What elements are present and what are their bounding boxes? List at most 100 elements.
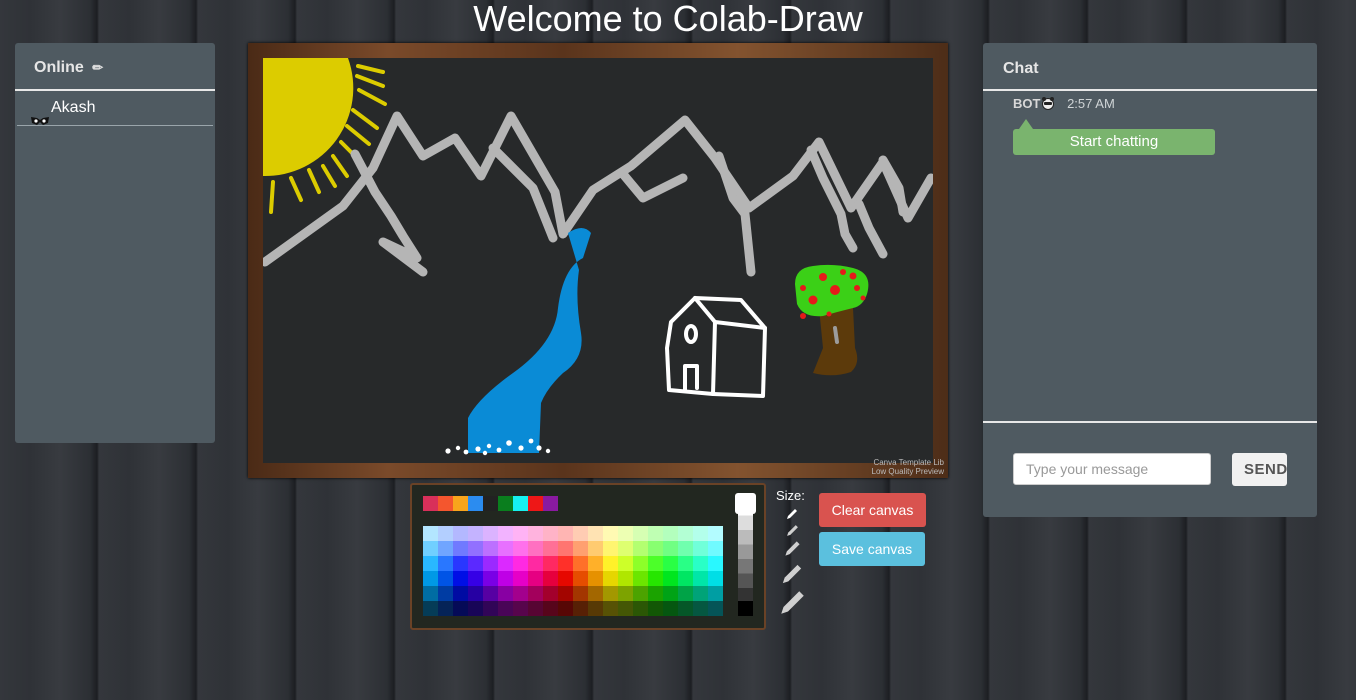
color-swatch[interactable] [558, 526, 573, 541]
color-swatch[interactable] [483, 601, 498, 616]
color-swatch[interactable] [528, 586, 543, 601]
gray-swatch[interactable] [738, 573, 753, 589]
color-swatch[interactable] [618, 586, 633, 601]
color-swatch[interactable] [498, 586, 513, 601]
color-swatch[interactable] [453, 526, 468, 541]
online-user-item[interactable]: Akash [17, 91, 213, 126]
color-swatch[interactable] [513, 586, 528, 601]
color-swatch[interactable] [468, 571, 483, 586]
palette-swatches[interactable] [412, 485, 764, 628]
color-swatch[interactable] [468, 526, 483, 541]
color-swatch[interactable] [513, 526, 528, 541]
color-swatch[interactable] [648, 571, 663, 586]
quick-color-swatch[interactable] [513, 496, 528, 511]
color-swatch[interactable] [513, 541, 528, 556]
color-swatch[interactable] [708, 556, 723, 571]
color-swatch[interactable] [423, 571, 438, 586]
color-swatch[interactable] [648, 541, 663, 556]
color-swatch[interactable] [498, 556, 513, 571]
color-swatch[interactable] [663, 541, 678, 556]
color-swatch[interactable] [438, 601, 453, 616]
color-swatch[interactable] [573, 586, 588, 601]
color-swatch[interactable] [558, 541, 573, 556]
quick-color-swatch[interactable] [483, 496, 498, 511]
color-swatch[interactable] [453, 541, 468, 556]
quick-color-swatch[interactable] [528, 496, 543, 511]
color-swatch[interactable] [558, 586, 573, 601]
color-swatch[interactable] [573, 541, 588, 556]
color-swatch[interactable] [513, 601, 528, 616]
gray-swatch[interactable] [738, 515, 753, 531]
color-swatch[interactable] [573, 556, 588, 571]
color-palette[interactable] [410, 483, 766, 630]
color-swatch[interactable] [573, 526, 588, 541]
color-swatch[interactable] [423, 601, 438, 616]
color-swatch[interactable] [558, 556, 573, 571]
color-swatch[interactable] [438, 571, 453, 586]
quick-color-swatch[interactable] [438, 496, 453, 511]
color-swatch[interactable] [588, 526, 603, 541]
gray-swatch[interactable] [738, 588, 753, 603]
color-swatch[interactable] [633, 556, 648, 571]
color-swatch[interactable] [543, 556, 558, 571]
drawing-canvas[interactable] [263, 58, 933, 463]
color-swatch[interactable] [648, 601, 663, 616]
quick-color-swatch[interactable] [453, 496, 468, 511]
color-swatch[interactable] [603, 541, 618, 556]
color-swatch[interactable] [588, 541, 603, 556]
color-swatch[interactable] [453, 601, 468, 616]
color-swatch[interactable] [708, 526, 723, 541]
color-swatch[interactable] [528, 571, 543, 586]
color-swatch[interactable] [468, 601, 483, 616]
color-swatch[interactable] [528, 541, 543, 556]
chat-message-input[interactable] [1013, 453, 1211, 485]
color-swatch[interactable] [498, 541, 513, 556]
color-swatch[interactable] [543, 541, 558, 556]
color-swatch[interactable] [558, 601, 573, 616]
color-swatch[interactable] [693, 571, 708, 586]
gray-swatch[interactable] [738, 530, 753, 545]
pencil-size-2-icon[interactable] [786, 524, 799, 537]
color-swatch[interactable] [453, 556, 468, 571]
color-swatch[interactable] [678, 571, 693, 586]
color-swatch[interactable] [633, 571, 648, 586]
gray-swatch[interactable] [738, 559, 753, 574]
color-swatch[interactable] [483, 556, 498, 571]
color-swatch[interactable] [423, 526, 438, 541]
color-swatch[interactable] [498, 526, 513, 541]
color-swatch[interactable] [618, 571, 633, 586]
color-swatch[interactable] [663, 571, 678, 586]
clear-canvas-button[interactable]: Clear canvas [819, 493, 926, 527]
color-swatch[interactable] [678, 601, 693, 616]
color-swatch[interactable] [543, 586, 558, 601]
color-swatch[interactable] [648, 556, 663, 571]
color-swatch[interactable] [483, 571, 498, 586]
color-swatch[interactable] [543, 571, 558, 586]
color-swatch[interactable] [633, 526, 648, 541]
color-swatch[interactable] [513, 556, 528, 571]
color-swatch[interactable] [468, 556, 483, 571]
color-swatch[interactable] [423, 586, 438, 601]
color-swatch[interactable] [708, 601, 723, 616]
color-swatch[interactable] [588, 556, 603, 571]
color-swatch[interactable] [528, 556, 543, 571]
color-swatch[interactable] [573, 601, 588, 616]
send-button[interactable]: SEND [1232, 453, 1287, 486]
color-swatch[interactable] [633, 586, 648, 601]
color-swatch[interactable] [693, 556, 708, 571]
color-swatch[interactable] [528, 526, 543, 541]
color-swatch[interactable] [663, 526, 678, 541]
quick-color-swatch[interactable] [498, 496, 513, 511]
color-swatch[interactable] [498, 601, 513, 616]
color-swatch[interactable] [588, 571, 603, 586]
color-swatch[interactable] [678, 526, 693, 541]
color-swatch[interactable] [693, 586, 708, 601]
color-swatch[interactable] [603, 571, 618, 586]
color-swatch[interactable] [543, 526, 558, 541]
color-swatch[interactable] [468, 586, 483, 601]
quick-color-swatch[interactable] [468, 496, 483, 511]
color-swatch[interactable] [498, 571, 513, 586]
selected-color-indicator[interactable] [735, 493, 756, 514]
color-swatch[interactable] [453, 571, 468, 586]
color-swatch[interactable] [693, 541, 708, 556]
